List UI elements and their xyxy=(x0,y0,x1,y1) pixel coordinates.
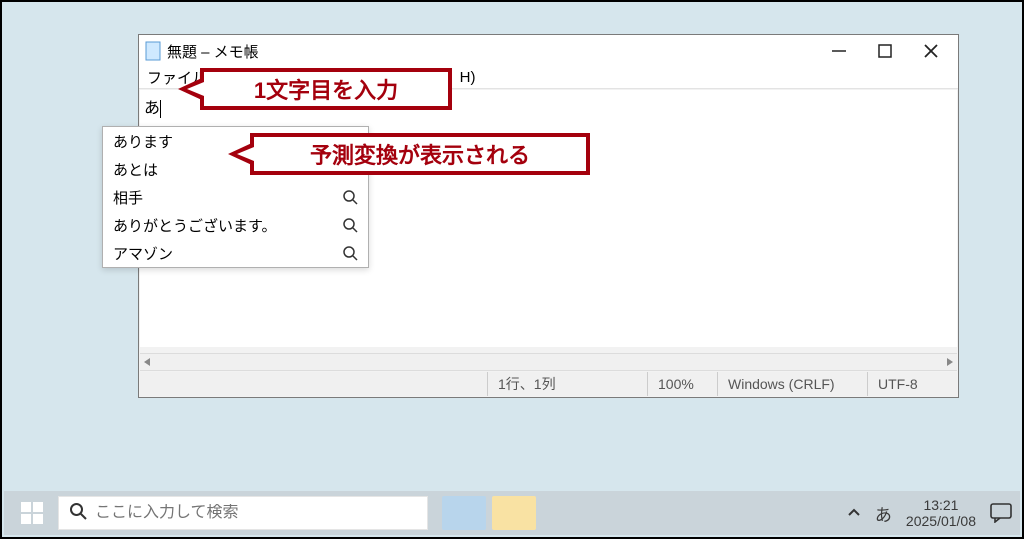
status-empty xyxy=(140,372,487,396)
ime-item-label: 相手 xyxy=(113,187,143,208)
ime-item-label: あります xyxy=(113,131,173,152)
start-button[interactable] xyxy=(12,493,52,533)
callout-text: 予測変換が表示される xyxy=(310,138,530,170)
minimize-button[interactable] xyxy=(816,35,862,67)
annotation-callout-1: 1文字目を入力 xyxy=(200,68,452,110)
ime-indicator[interactable]: あ xyxy=(875,501,892,526)
ime-item-label: アマゾン xyxy=(113,243,173,264)
clock-time: 13:21 xyxy=(906,497,976,513)
status-line-ending: Windows (CRLF) xyxy=(717,372,867,396)
window-title: 無題 – メモ帳 xyxy=(167,41,259,62)
ime-item-label: あとは xyxy=(113,159,158,180)
notification-icon[interactable] xyxy=(990,503,1012,523)
taskbar-clock[interactable]: 13:21 2025/01/08 xyxy=(906,497,976,529)
close-button[interactable] xyxy=(908,35,954,67)
scroll-right-arrow-icon[interactable] xyxy=(945,357,955,367)
text-cursor xyxy=(160,100,161,118)
menu-help-fragment[interactable]: H) xyxy=(460,69,476,86)
typed-text: あ xyxy=(144,100,160,117)
ime-item[interactable]: 相手 xyxy=(103,183,368,211)
search-icon xyxy=(69,502,87,525)
screenshot-frame: 無題 – メモ帳 ファイル(F) x H) あ xyxy=(0,0,1024,539)
system-tray: あ 13:21 2025/01/08 xyxy=(847,497,1012,529)
status-zoom: 100% xyxy=(647,372,717,396)
maximize-button[interactable] xyxy=(862,35,908,67)
clock-date: 2025/01/08 xyxy=(906,513,976,529)
callout-text: 1文字目を入力 xyxy=(254,73,398,105)
status-encoding: UTF-8 xyxy=(867,372,957,396)
taskbar-search[interactable] xyxy=(58,496,428,530)
taskbar-app-chip[interactable] xyxy=(442,496,486,530)
search-icon[interactable] xyxy=(342,217,358,233)
horizontal-scrollbar[interactable] xyxy=(140,353,957,371)
search-icon[interactable] xyxy=(342,189,358,205)
scroll-left-arrow-icon[interactable] xyxy=(142,357,152,367)
statusbar: 1行、1列 100% Windows (CRLF) UTF-8 xyxy=(140,372,957,396)
status-position: 1行、1列 xyxy=(487,372,647,396)
titlebar[interactable]: 無題 – メモ帳 xyxy=(139,35,958,67)
tray-overflow-chevron-icon[interactable] xyxy=(847,506,861,520)
ime-item-label: ありがとうございます。 xyxy=(113,215,277,236)
taskbar: あ 13:21 2025/01/08 xyxy=(4,491,1020,535)
callout-tail-icon xyxy=(228,142,254,166)
callout-tail-icon xyxy=(178,77,204,101)
taskbar-search-input[interactable] xyxy=(95,504,417,522)
taskbar-app-chip[interactable] xyxy=(492,496,536,530)
notepad-icon xyxy=(145,41,161,61)
annotation-callout-2: 予測変換が表示される xyxy=(250,133,590,175)
ime-item[interactable]: アマゾン xyxy=(103,239,368,267)
search-icon[interactable] xyxy=(342,245,358,261)
ime-item[interactable]: ありがとうございます。 xyxy=(103,211,368,239)
